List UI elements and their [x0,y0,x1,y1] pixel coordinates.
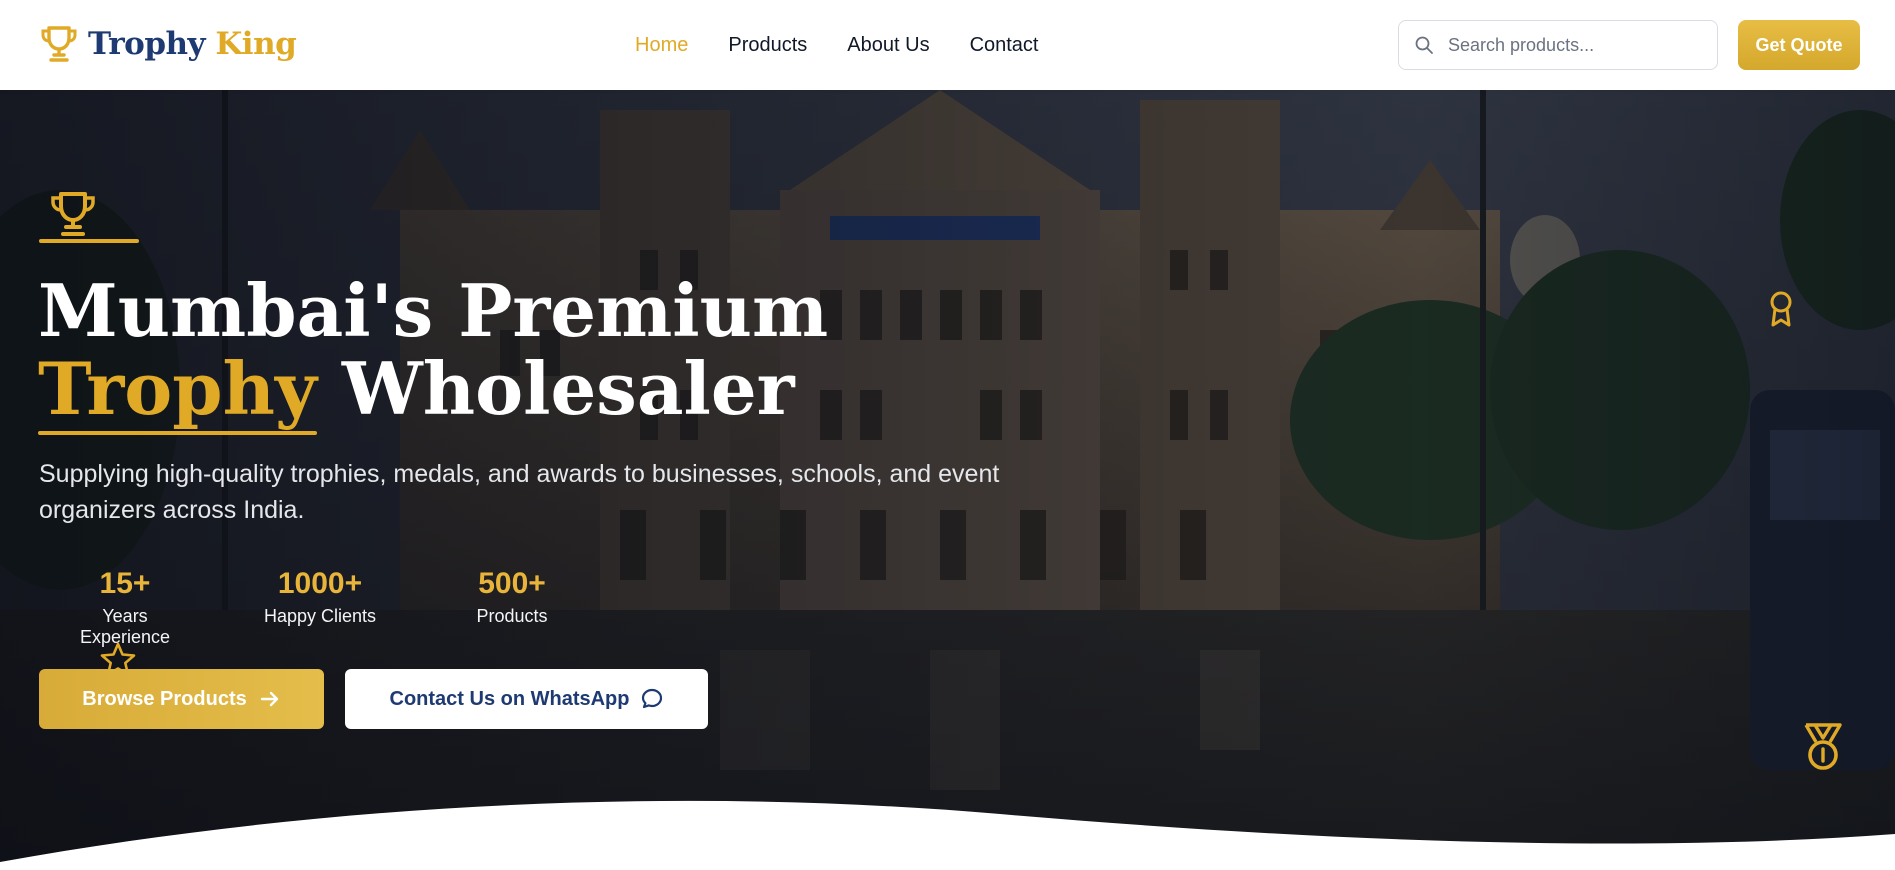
hero-title-accent: Trophy [38,346,317,431]
stat-years-experience: 15+ Years Experience [60,568,190,648]
browse-products-label: Browse Products [82,687,247,710]
search-input[interactable] [1448,34,1708,56]
main-nav: Home Products About Us Contact [635,0,1079,90]
hero-trophy-icon [48,190,98,238]
hero-accent-divider [39,239,139,243]
search-icon [1414,35,1434,55]
stat-label: Happy Clients [263,606,377,626]
stat-label: Products [476,606,548,626]
brand-name: Trophy King [88,26,297,62]
stat-happy-clients: 1000+ Happy Clients [258,568,382,627]
hero-bottom-wave [0,800,1895,870]
trophy-icon [40,24,78,64]
whatsapp-contact-label: Contact Us on WhatsApp [389,687,630,710]
hero-section: Mumbai's Premium Trophy Wholesaler Suppl… [0,90,1895,870]
nav-item-about-us[interactable]: About Us [847,34,929,57]
medal-icon [1800,722,1846,772]
nav-item-products[interactable]: Products [728,34,807,57]
stat-products: 500+ Products [468,568,556,627]
search-box [1398,20,1718,70]
brand-name-primary: Trophy [88,26,206,62]
hero-title-line2: Wholesaler [316,346,795,431]
hero-title: Mumbai's Premium Trophy Wholesaler [38,272,938,428]
stat-value: 1000+ [277,567,363,600]
stat-value: 15+ [99,567,151,600]
get-quote-button[interactable]: Get Quote [1738,20,1860,70]
nav-item-contact[interactable]: Contact [970,34,1039,57]
nav-item-home[interactable]: Home [635,34,688,57]
hero-subtitle: Supplying high-quality trophies, medals,… [39,460,1000,524]
whatsapp-contact-button[interactable]: Contact Us on WhatsApp [345,669,708,729]
stat-value: 500+ [478,567,546,600]
site-header: Trophy King Home Products About Us Conta… [0,0,1895,90]
brand-logo-link[interactable]: Trophy King [40,24,297,64]
chat-bubble-icon [640,687,664,711]
brand-name-accent: King [215,26,297,62]
arrow-right-icon [259,688,281,710]
browse-products-button[interactable]: Browse Products [39,669,324,729]
award-ribbon-icon [1766,290,1796,328]
hero-title-line1: Mumbai's Premium [38,268,829,353]
